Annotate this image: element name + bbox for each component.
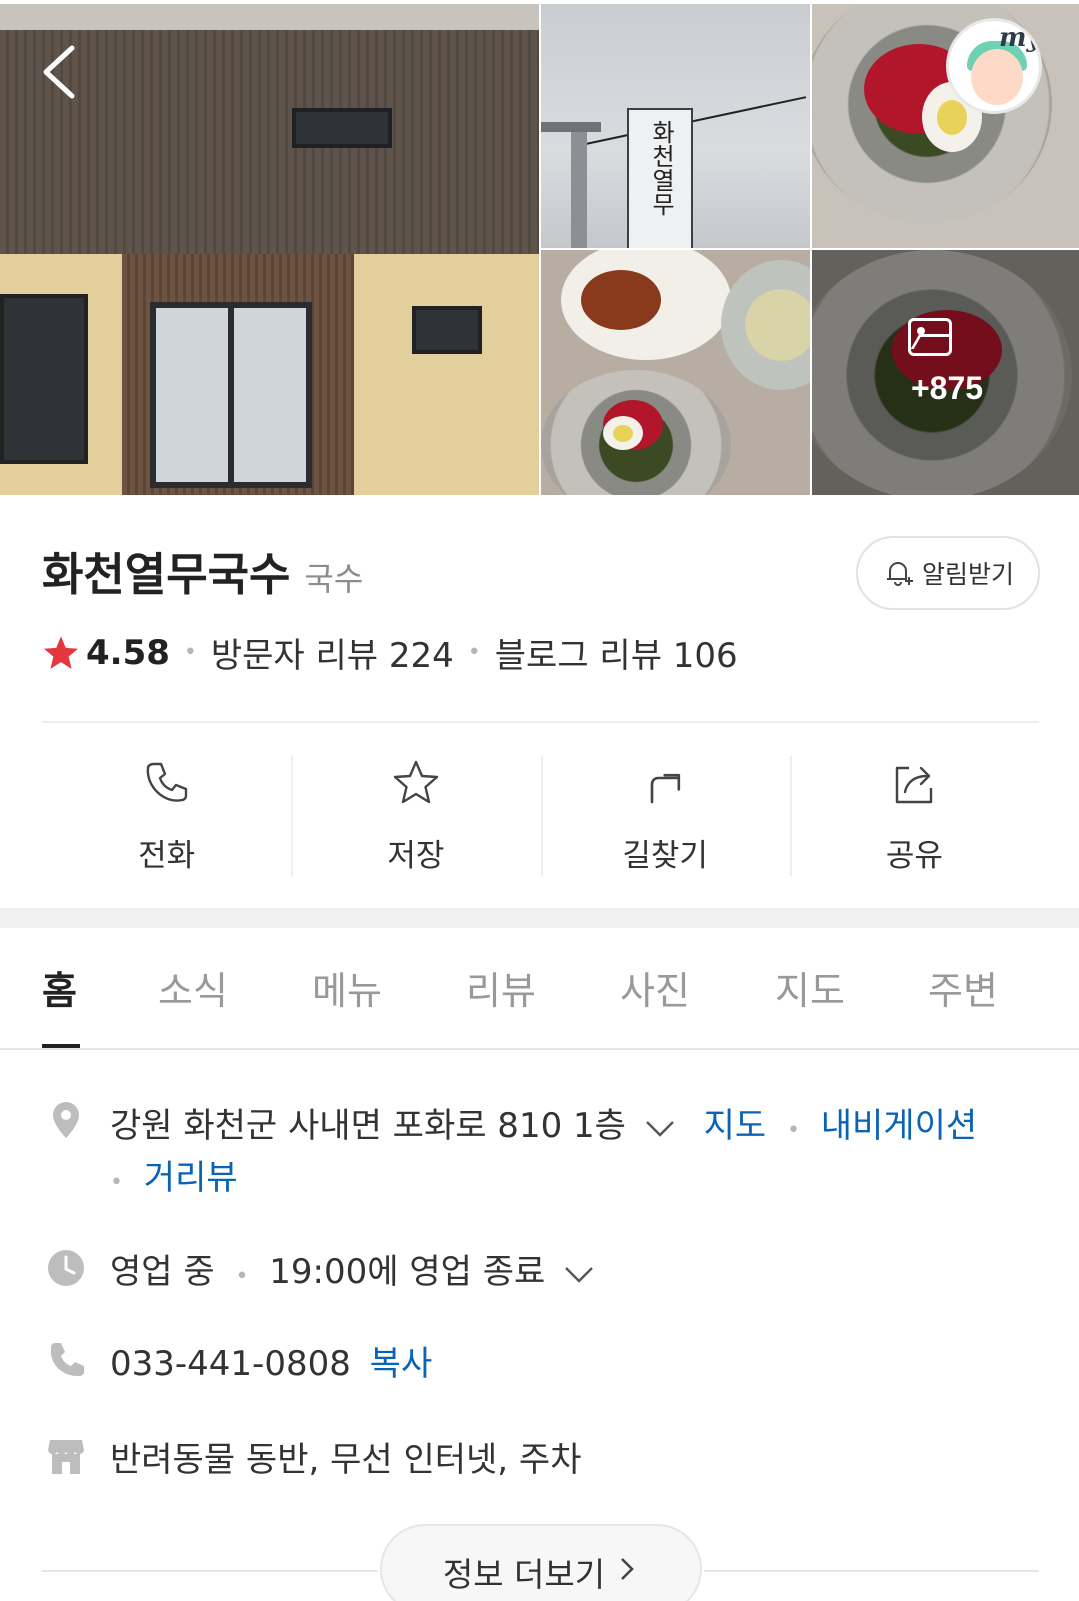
tab-map[interactable]: 지도 xyxy=(775,960,845,1015)
save-label: 저장 xyxy=(387,838,445,874)
directions-label: 길찾기 xyxy=(622,838,708,874)
phone-icon xyxy=(146,762,187,802)
address-text: 강원 화천군 사내면 포화로 810 1층 xyxy=(110,1106,626,1146)
rating-row: 4.58 • 방문자 리뷰 224 • 블로그 리뷰 106 xyxy=(42,628,738,677)
rating-star-icon xyxy=(43,635,79,669)
chevron-right-icon xyxy=(621,1558,634,1580)
business-status: 영업 중 xyxy=(110,1252,215,1292)
avatar xyxy=(971,49,1023,105)
tab-nearby[interactable]: 주변 xyxy=(928,960,998,1015)
section-divider xyxy=(0,908,1079,928)
my-profile-button[interactable]: my xyxy=(946,18,1042,114)
more-info-button[interactable]: 정보 더보기 xyxy=(380,1524,702,1601)
amenities-row: 반려동물 동반, 무선 인터넷, 주차 xyxy=(110,1432,582,1481)
visitor-review-link[interactable]: 방문자 리뷰 224 xyxy=(211,628,454,677)
copy-phone-button[interactable]: 복사 xyxy=(370,1344,433,1384)
photo-gallery: 화천열무 +875 my xyxy=(0,0,1079,495)
tab-review[interactable]: 리뷰 xyxy=(466,960,536,1015)
clock-icon xyxy=(48,1250,84,1286)
share-button[interactable]: 공유 xyxy=(789,756,1039,876)
photo-gallery-icon xyxy=(908,318,952,356)
more-photos-count: +875 xyxy=(910,370,984,406)
food-photo-2[interactable] xyxy=(541,250,810,495)
call-label: 전화 xyxy=(138,838,196,874)
map-link[interactable]: 지도 xyxy=(704,1106,767,1146)
tab-news[interactable]: 소식 xyxy=(158,960,228,1015)
blog-review-link[interactable]: 블로그 리뷰 106 xyxy=(495,628,738,677)
more-info-label: 정보 더보기 xyxy=(442,1555,606,1594)
rating-value: 4.58 xyxy=(86,632,170,673)
chevron-down-icon[interactable] xyxy=(562,1262,596,1286)
directions-icon xyxy=(650,773,681,804)
share-icon xyxy=(896,766,933,804)
divider xyxy=(42,721,1039,723)
chevron-left-icon xyxy=(43,45,75,99)
action-bar: 전화 저장 길찾기 공유 xyxy=(42,756,1039,876)
phone-row: 033-441-0808 복사 xyxy=(110,1336,432,1385)
tab-home[interactable]: 홈 xyxy=(42,960,77,1015)
save-button[interactable]: 저장 xyxy=(291,756,540,876)
divider xyxy=(42,1570,378,1572)
address-row-2: • 거리뷰 xyxy=(110,1158,238,1198)
signboard-photo[interactable]: 화천열무 xyxy=(541,4,810,248)
directions-button[interactable]: 길찾기 xyxy=(540,756,790,876)
streetview-link[interactable]: 거리뷰 xyxy=(144,1158,238,1198)
star-icon xyxy=(393,760,439,804)
hours-row[interactable]: 영업 중 • 19:00에 영업 종료 xyxy=(110,1244,596,1293)
back-button[interactable] xyxy=(36,40,96,100)
active-tab-indicator xyxy=(42,1044,80,1048)
closing-time: 19:00에 영업 종료 xyxy=(269,1252,546,1292)
phone-number[interactable]: 033-441-0808 xyxy=(110,1344,351,1384)
call-button[interactable]: 전화 xyxy=(42,756,291,876)
store-icon xyxy=(48,1440,84,1474)
tab-menu[interactable]: 메뉴 xyxy=(312,960,382,1015)
chevron-down-icon[interactable] xyxy=(643,1116,677,1140)
divider xyxy=(704,1570,1039,1572)
amenities-text: 반려동물 동반, 무선 인터넷, 주차 xyxy=(110,1440,582,1480)
location-pin-icon xyxy=(53,1102,79,1138)
bell-plus-icon xyxy=(886,562,913,586)
place-category: 국수 xyxy=(304,560,364,598)
place-header: 화천열무국수 국수 xyxy=(42,538,364,601)
tab-bar: 홈 소식 메뉴 리뷰 사진 지도 주변 xyxy=(0,928,1079,1050)
notification-button[interactable]: 알림받기 xyxy=(856,536,1040,610)
share-label: 공유 xyxy=(885,838,943,874)
place-name: 화천열무국수 xyxy=(42,548,291,601)
food-photo-3[interactable]: +875 xyxy=(812,250,1079,495)
phone-icon xyxy=(50,1343,84,1377)
address-row: 강원 화천군 사내면 포화로 810 1층 지도 • 내비게이션 xyxy=(110,1106,978,1146)
notification-label: 알림받기 xyxy=(921,560,1014,589)
navigation-link[interactable]: 내비게이션 xyxy=(821,1106,977,1146)
sign-text: 화천열무 xyxy=(647,120,675,216)
tab-photo[interactable]: 사진 xyxy=(620,960,690,1015)
